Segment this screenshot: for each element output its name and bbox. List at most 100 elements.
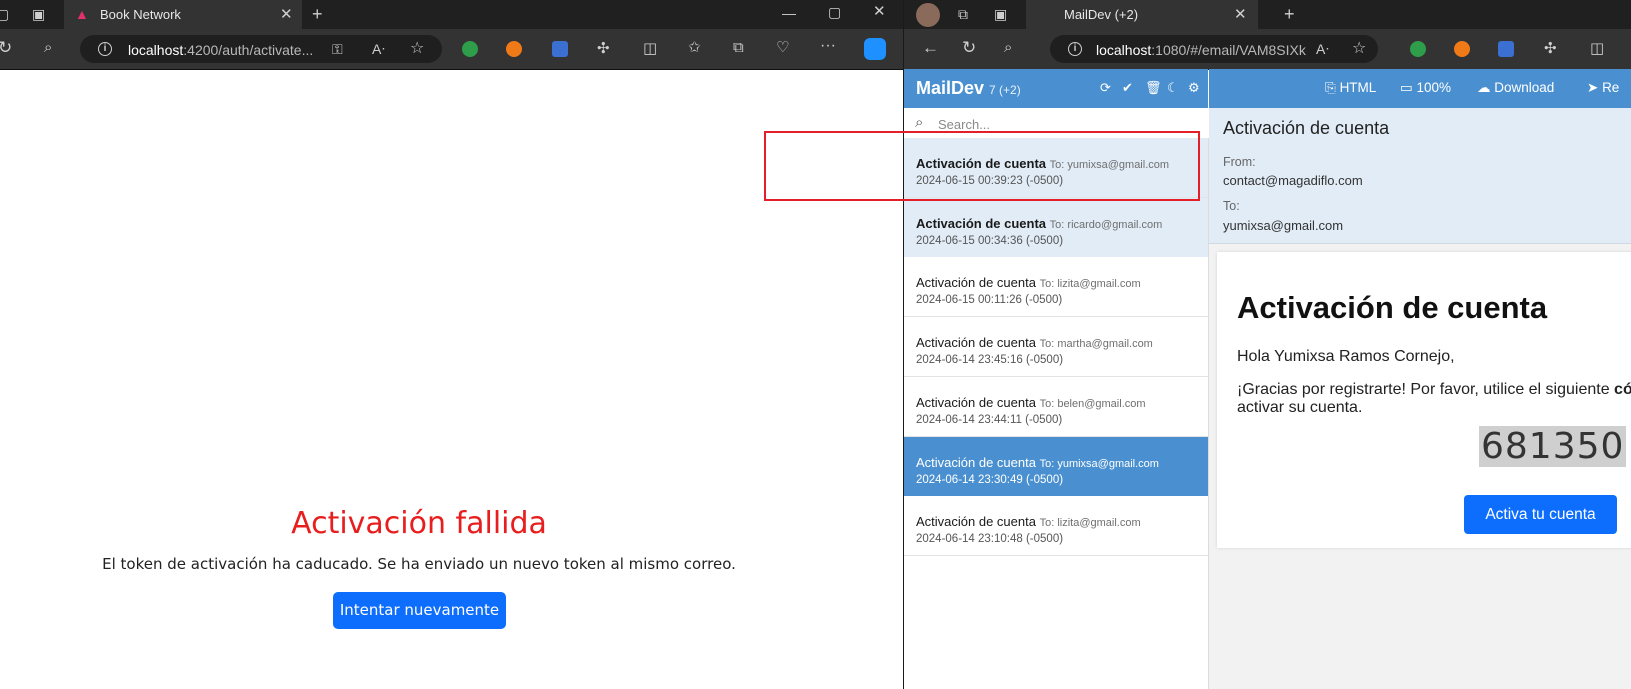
browser-toolbar: ↻ ⌕ i localhost:4200/auth/activate... ⚿ … [0, 29, 903, 70]
refresh-icon[interactable]: ↻ [0, 39, 12, 56]
search-input[interactable]: Search... [938, 117, 990, 132]
right-browser-window: ⧉ ▣ MailDev (+2) ✕ + ← ↻ ⌕ i localhost:1… [904, 0, 1631, 689]
extension-icon[interactable] [1410, 41, 1426, 57]
email-list: Activación de cuenta To: yumixsa@gmail.c… [904, 138, 1209, 689]
search-icon[interactable]: ⌕ [44, 40, 52, 55]
activation-message: El token de activación ha caducado. Se h… [102, 555, 736, 573]
dark-mode-icon[interactable]: ☾ [1167, 80, 1179, 96]
mark-all-read-icon[interactable]: ✔ [1122, 80, 1133, 96]
more-options-icon[interactable]: ··· [820, 38, 836, 54]
from-address: contact@magadiflo.com [1223, 173, 1363, 188]
email-date: 2024-06-15 00:11:26 (-0500) [916, 294, 1063, 307]
email-subject: Activación de cuenta To: yumixsa@gmail.c… [916, 454, 1159, 470]
url-text: localhost:1080/#/email/VAM8SIXk [1096, 42, 1306, 58]
email-list-item[interactable]: Activación de cuenta To: ricardo@gmail.c… [904, 197, 1208, 258]
zoom-button[interactable]: ▭ 100% [1400, 80, 1451, 96]
email-recipient: To: belen@gmail.com [1039, 397, 1146, 410]
extension-icon[interactable] [462, 41, 478, 57]
site-info-icon[interactable]: i [98, 42, 112, 56]
refresh-icon[interactable]: ⟳ [1100, 80, 1111, 96]
html-view-button[interactable]: ⎘ HTML [1325, 80, 1376, 96]
email-list-item[interactable]: Activación de cuenta To: martha@gmail.co… [904, 317, 1208, 378]
site-info-icon[interactable]: i [1068, 42, 1082, 56]
extensions-puzzle-icon[interactable]: ✣ [1544, 41, 1557, 56]
minimize-icon[interactable]: — [782, 6, 796, 20]
tab-actions-icon[interactable]: ▣ [994, 7, 1007, 21]
close-window-icon[interactable]: ✕ [873, 4, 886, 19]
back-icon[interactable]: ← [922, 39, 939, 56]
tab-actions-icon[interactable]: ▣ [32, 7, 45, 21]
message-toolbar: ⎘ HTML ▭ 100% ☁ Download ➤ Re [1209, 69, 1631, 108]
tab-title: MailDev (+2) [1064, 7, 1139, 22]
message-subject: Activación de cuenta [1223, 118, 1390, 138]
extension-icon[interactable] [1498, 41, 1514, 57]
to-label: To: [1223, 199, 1240, 213]
search-icon: ⌕ [915, 114, 924, 131]
email-recipient: To: martha@gmail.com [1039, 338, 1153, 351]
email-recipient: To: lizita@gmail.com [1039, 278, 1141, 291]
extension-icon[interactable] [552, 41, 568, 57]
email-list-item[interactable]: Activación de cuenta To: belen@gmail.com… [904, 376, 1208, 437]
activate-account-button[interactable]: Activa tu cuenta [1464, 495, 1617, 534]
retry-button[interactable]: Intentar nuevamente [333, 592, 506, 629]
split-screen-icon[interactable]: ◫ [643, 41, 657, 56]
email-subject: Activación de cuenta To: martha@gmail.co… [916, 335, 1153, 351]
favorite-star-icon[interactable]: ☆ [410, 41, 424, 57]
tab-title: Book Network [100, 7, 181, 22]
activation-code: 681350 [1479, 426, 1627, 467]
tab-bar: ▢ ▣ ▲ Book Network ✕ + — ▢ ✕ [0, 0, 903, 29]
email-date: 2024-06-14 23:44:11 (-0500) [916, 413, 1063, 426]
maildev-brand: MailDev 7 (+2) [916, 78, 1021, 98]
browser-essentials-icon[interactable]: ♡ [776, 40, 789, 55]
email-date: 2024-06-14 23:10:48 (-0500) [916, 533, 1064, 546]
tab-bar: ⧉ ▣ MailDev (+2) ✕ + [904, 0, 1631, 29]
copilot-icon[interactable] [864, 38, 886, 60]
close-tab-icon[interactable]: ✕ [280, 5, 293, 23]
left-browser-window: ▢ ▣ ▲ Book Network ✕ + — ▢ ✕ ↻ ⌕ i local… [0, 0, 903, 689]
email-subject: Activación de cuenta To: lizita@gmail.co… [916, 275, 1141, 291]
extension-icon[interactable] [1454, 41, 1470, 57]
maximize-icon[interactable]: ▢ [828, 5, 841, 19]
read-aloud-icon[interactable]: Aᐧ [1316, 42, 1329, 56]
settings-gear-icon[interactable]: ⚙ [1188, 80, 1200, 96]
maildev-header: MailDev 7 (+2) ⟳ ✔ 🗑 ☾ ⚙ [904, 69, 1208, 108]
email-list-item[interactable]: Activación de cuenta To: lizita@gmail.co… [904, 257, 1208, 318]
trash-icon[interactable]: 🗑 [1145, 80, 1162, 96]
angular-icon: ▲ [75, 6, 89, 22]
email-heading: Activación de cuenta [1237, 290, 1548, 325]
address-bar[interactable]: i localhost:1080/#/email/VAM8SIXk Aᐧ ☆ [1050, 35, 1378, 63]
key-icon[interactable]: ⚿ [332, 42, 343, 56]
email-list-item[interactable]: Activación de cuenta To: lizita@gmail.co… [904, 496, 1208, 557]
read-aloud-icon[interactable]: Aᐧ [372, 42, 385, 56]
tab-book-network[interactable]: ▲ Book Network ✕ [64, 0, 302, 29]
highlight-annotation [764, 131, 1200, 201]
extension-icon[interactable] [506, 41, 522, 57]
email-list-item[interactable]: Activación de cuenta To: yumixsa@gmail.c… [904, 436, 1208, 497]
split-screen-icon[interactable]: ◫ [1590, 41, 1604, 56]
close-tab-icon[interactable]: ✕ [1234, 5, 1247, 23]
favorite-star-icon[interactable]: ☆ [1352, 41, 1366, 57]
email-count: 7 (+2) [989, 83, 1021, 97]
search-icon[interactable]: ⌕ [1004, 40, 1012, 55]
workspaces-icon[interactable]: ⧉ [958, 7, 968, 21]
address-bar[interactable]: i localhost:4200/auth/activate... ⚿ Aᐧ ☆ [80, 35, 442, 63]
relay-button[interactable]: ➤ Re [1587, 80, 1619, 96]
email-greeting: Hola Yumixsa Ramos Cornejo, [1237, 348, 1455, 365]
new-tab-icon[interactable]: + [312, 5, 323, 23]
collections-icon[interactable]: ⧉ [733, 40, 744, 55]
extensions-puzzle-icon[interactable]: ✣ [597, 41, 610, 56]
email-line-1: ¡Gracias por registrarte! Por favor, uti… [1237, 381, 1631, 398]
workspaces-icon[interactable]: ▢ [0, 7, 9, 21]
refresh-icon[interactable]: ↻ [962, 39, 976, 56]
email-card: Activación de cuenta Hola Yumixsa Ramos … [1217, 252, 1631, 548]
browser-toolbar: ← ↻ ⌕ i localhost:1080/#/email/VAM8SIXk … [904, 29, 1631, 70]
favorites-icon[interactable]: ✩ [688, 40, 701, 55]
download-button[interactable]: ☁ Download [1477, 80, 1554, 96]
new-tab-icon[interactable]: + [1284, 5, 1295, 23]
email-subject: Activación de cuenta To: ricardo@gmail.c… [916, 215, 1163, 231]
email-recipient: To: ricardo@gmail.com [1049, 218, 1163, 231]
from-label: From: [1223, 155, 1256, 169]
avatar[interactable] [916, 3, 940, 27]
email-line-2: activar su cuenta. [1237, 399, 1363, 416]
tab-maildev[interactable]: MailDev (+2) ✕ [1026, 0, 1258, 29]
